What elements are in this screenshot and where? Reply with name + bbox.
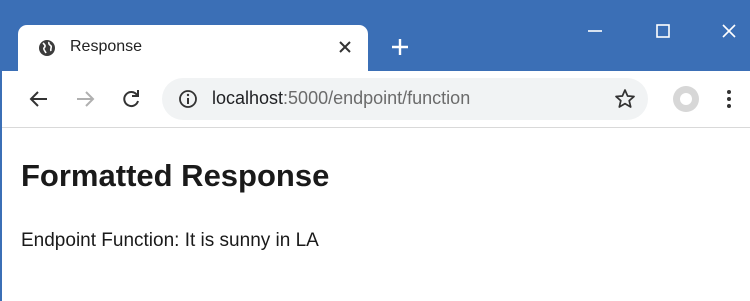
title-bar: Response: [2, 0, 750, 71]
back-arrow-icon[interactable]: [28, 88, 50, 110]
globe-icon: [39, 40, 55, 56]
address-bar[interactable]: localhost:5000/endpoint/function: [162, 78, 648, 120]
url-text[interactable]: localhost:5000/endpoint/function: [212, 88, 470, 109]
close-tab-icon[interactable]: [336, 38, 354, 56]
forward-arrow-icon[interactable]: [74, 88, 96, 110]
new-tab-icon[interactable]: [388, 35, 412, 59]
browser-toolbar: localhost:5000/endpoint/function: [2, 71, 750, 128]
close-window-icon[interactable]: [718, 20, 740, 42]
reload-icon[interactable]: [120, 88, 142, 110]
maximize-icon[interactable]: [652, 20, 674, 42]
kebab-menu-icon[interactable]: [724, 87, 734, 111]
page-heading: Formatted Response: [21, 158, 330, 193]
browser-window: Response localhost:5000/endpoint/functio…: [0, 0, 750, 301]
profile-avatar-icon[interactable]: [672, 85, 700, 113]
page-text: Endpoint Function: It is sunny in LA: [21, 230, 319, 251]
minimize-icon[interactable]: [584, 20, 606, 42]
url-host: localhost: [212, 88, 284, 108]
bookmark-star-icon[interactable]: [614, 88, 636, 110]
url-path: :5000/endpoint/function: [283, 88, 471, 108]
page-content: Formatted Response Endpoint Function: It…: [2, 128, 750, 301]
info-icon[interactable]: [178, 89, 198, 109]
tab-title: Response: [70, 38, 143, 55]
browser-tab[interactable]: Response: [18, 25, 368, 71]
